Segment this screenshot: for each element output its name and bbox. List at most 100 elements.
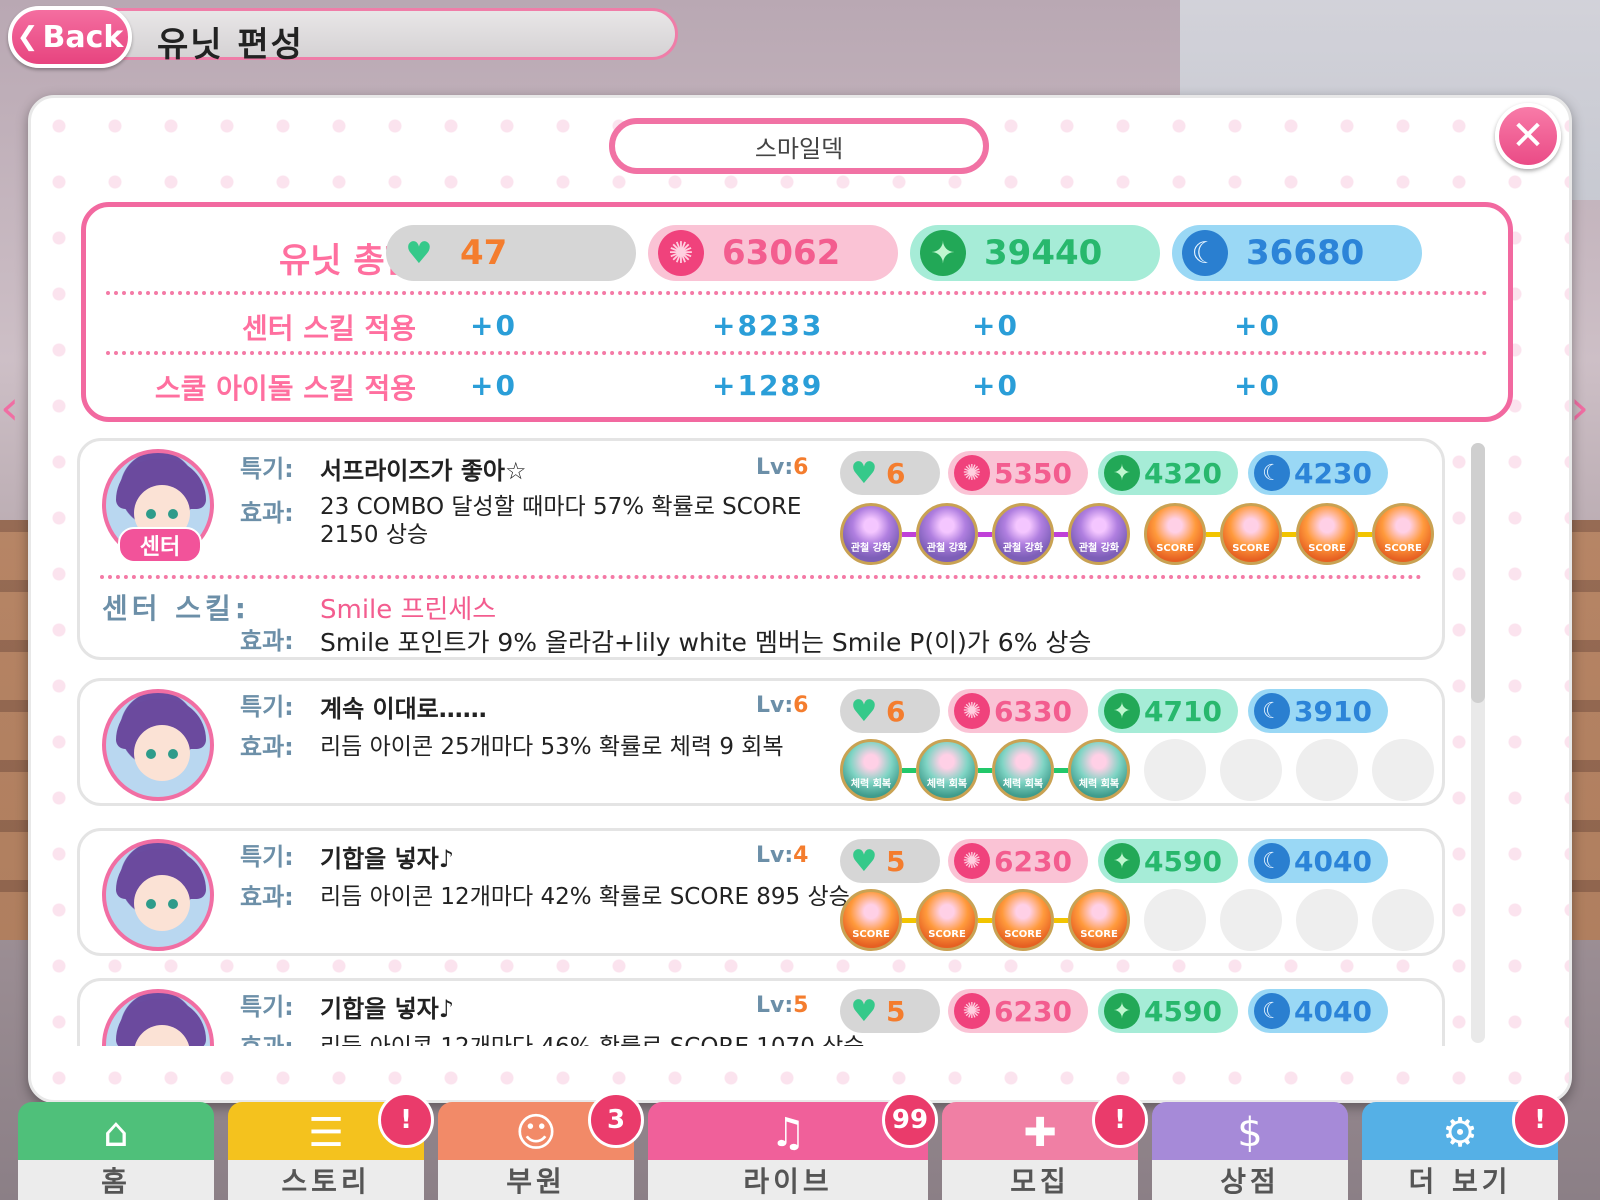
skill-name: 서프라이즈가 좋아☆ — [320, 457, 527, 485]
slot-gem[interactable]: SCORE — [1372, 503, 1434, 565]
avatar[interactable] — [102, 839, 214, 951]
nav-label: 부원 — [438, 1160, 634, 1200]
nav-more[interactable]: ⚙ 더 보기 ! — [1362, 1092, 1568, 1200]
pure-attribute-icon: ✦ — [1104, 993, 1140, 1029]
skill-label: 특기: — [240, 693, 294, 721]
member-cool: ☾ 4040 — [1248, 839, 1388, 883]
story-icon: ☰ — [308, 1110, 344, 1156]
nav-shop[interactable]: $ 상점 — [1152, 1102, 1348, 1200]
nav-label: 홈 — [18, 1160, 214, 1200]
header: 유닛 편성 ❮ Back — [8, 6, 680, 68]
skill-label: 특기: — [240, 993, 294, 1021]
deck-name-field[interactable]: 스마일덱 — [609, 118, 989, 174]
nav-scout[interactable]: ✚ 모집 ! — [942, 1092, 1148, 1200]
center-skill-name: Smile 프린세스 — [320, 595, 497, 625]
home-icon: ⌂ — [103, 1110, 129, 1156]
member-hp: ♥ 6 — [840, 451, 940, 495]
cool-attribute-icon: ☾ — [1182, 230, 1228, 276]
slot-gem[interactable]: SCORE — [1068, 889, 1130, 951]
slot-gem[interactable]: SCORE — [1220, 503, 1282, 565]
next-deck-arrow-icon[interactable]: › — [1570, 380, 1600, 440]
nav-label: 더 보기 — [1362, 1160, 1558, 1200]
nav-live[interactable]: ♫ 라이브 99 — [648, 1092, 938, 1200]
scout-icon: ✚ — [1023, 1110, 1057, 1156]
empty-slot[interactable] — [1220, 739, 1282, 801]
total-cool-value: 36680 — [1246, 233, 1365, 273]
total-cool: ☾ 36680 — [1172, 225, 1422, 281]
skill-level: Lv:5 — [756, 993, 809, 1018]
slot-gem[interactable]: 관철 강화 — [840, 503, 902, 565]
member-list[interactable]: 센터 특기: 서프라이즈가 좋아☆ Lv:6 효과: 23 COMBO 달성할 … — [77, 438, 1453, 1046]
empty-slot[interactable] — [1220, 889, 1282, 951]
member-cool: ☾ 4040 — [1248, 989, 1388, 1033]
prev-deck-arrow-icon[interactable]: ‹ — [0, 380, 30, 440]
empty-slot[interactable] — [1144, 739, 1206, 801]
smile-attribute-icon: ✺ — [954, 993, 990, 1029]
slot-gem[interactable]: 관철 강화 — [916, 503, 978, 565]
school-bonus-cool: +0 — [1234, 369, 1281, 402]
slot-gem[interactable]: SCORE — [992, 889, 1054, 951]
empty-slot[interactable] — [1372, 889, 1434, 951]
bottom-nav: ⌂ 홈 ☰ 스토리 ! ☺ 부원 3 ♫ 라이브 99 ✚ 모집 ! $ 상점 … — [0, 1084, 1600, 1200]
skill-name: 계속 이대로…… — [320, 695, 487, 723]
slot-gem[interactable]: SCORE — [916, 889, 978, 951]
avatar[interactable] — [102, 989, 214, 1046]
member-pure: ✦ 4590 — [1098, 839, 1238, 883]
nav-label: 스토리 — [228, 1160, 424, 1200]
back-button[interactable]: ❮ Back — [8, 6, 132, 68]
slot-gem[interactable]: 체력 회복 — [992, 739, 1054, 801]
close-button[interactable]: ✕ — [1495, 103, 1561, 169]
slot-gem[interactable]: 체력 회복 — [1068, 739, 1130, 801]
empty-slot[interactable] — [1372, 739, 1434, 801]
effect-label: 효과: — [240, 733, 294, 761]
effect-label: 효과: — [240, 1027, 294, 1046]
slot-gem[interactable]: SCORE — [840, 889, 902, 951]
scrollbar[interactable] — [1471, 443, 1485, 1043]
skill-level: Lv:4 — [756, 843, 809, 868]
heart-icon: ♥ — [405, 235, 433, 271]
member-smile: ✺ 6230 — [948, 989, 1088, 1033]
empty-slot[interactable] — [1144, 889, 1206, 951]
skill-slots[interactable]: SCORE SCORE SCORE SCORE — [840, 889, 1440, 953]
effect-label: 효과: — [240, 627, 294, 655]
school-bonus-pure: +0 — [972, 369, 1019, 402]
slot-gem[interactable]: 체력 회복 — [916, 739, 978, 801]
unit-summary: 유닛 총합 센터 스킬 적용 스쿨 아이돌 스킬 적용 ♥ 47 ✺ 63062… — [81, 202, 1513, 422]
heart-icon: ♥ — [850, 693, 878, 729]
empty-slot[interactable] — [1296, 739, 1358, 801]
nav-members[interactable]: ☺ 부원 3 — [438, 1092, 644, 1200]
skill-slots[interactable]: 관철 강화 관철 강화 관철 강화 관철 강화 SCORE SCORE SCOR… — [840, 503, 1440, 567]
slot-gem[interactable]: SCORE — [1296, 503, 1358, 565]
cool-attribute-icon: ☾ — [1254, 843, 1290, 879]
member-cool: ☾ 3910 — [1248, 689, 1388, 733]
slot-gem[interactable]: 체력 회복 — [840, 739, 902, 801]
nav-home[interactable]: ⌂ 홈 — [18, 1102, 214, 1200]
slot-gem[interactable]: 관철 강화 — [1068, 503, 1130, 565]
member-icon: ☺ — [515, 1110, 557, 1156]
member-smile: ✺ 6230 — [948, 839, 1088, 883]
skill-level: Lv:6 — [756, 693, 809, 718]
empty-slot[interactable] — [1296, 889, 1358, 951]
nav-story[interactable]: ☰ 스토리 ! — [228, 1092, 434, 1200]
member-card[interactable]: 특기: 기합을 넣자♪ Lv:5 효과: 리듬 아이콘 12개마다 46% 확률… — [77, 978, 1445, 1046]
pure-attribute-icon: ✦ — [1104, 693, 1140, 729]
slot-gem[interactable]: 관철 강화 — [992, 503, 1054, 565]
member-smile: ✺ 5350 — [948, 451, 1088, 495]
avatar[interactable] — [102, 689, 214, 801]
divider — [100, 575, 1422, 579]
total-pure-value: 39440 — [984, 233, 1103, 273]
member-card[interactable]: 특기: 기합을 넣자♪ Lv:4 효과: 리듬 아이콘 12개마다 42% 확률… — [77, 828, 1445, 956]
member-card-center[interactable]: 센터 특기: 서프라이즈가 좋아☆ Lv:6 효과: 23 COMBO 달성할 … — [77, 438, 1445, 660]
skill-label: 특기: — [240, 455, 294, 483]
center-bonus-pure: +0 — [972, 309, 1019, 342]
heart-icon: ♥ — [850, 993, 878, 1029]
member-card[interactable]: 특기: 계속 이대로…… Lv:6 효과: 리듬 아이콘 25개마다 53% 확… — [77, 678, 1445, 806]
center-skill-label: 센터 스킬: — [102, 592, 250, 625]
total-smile: ✺ 63062 — [648, 225, 898, 281]
member-pure: ✦ 4590 — [1098, 989, 1238, 1033]
slot-gem[interactable]: SCORE — [1144, 503, 1206, 565]
scrollbar-thumb[interactable] — [1471, 443, 1485, 703]
skill-slots[interactable]: 체력 회복 체력 회복 체력 회복 체력 회복 — [840, 739, 1440, 803]
effect-label: 효과: — [240, 883, 294, 911]
smile-attribute-icon: ✺ — [658, 230, 704, 276]
